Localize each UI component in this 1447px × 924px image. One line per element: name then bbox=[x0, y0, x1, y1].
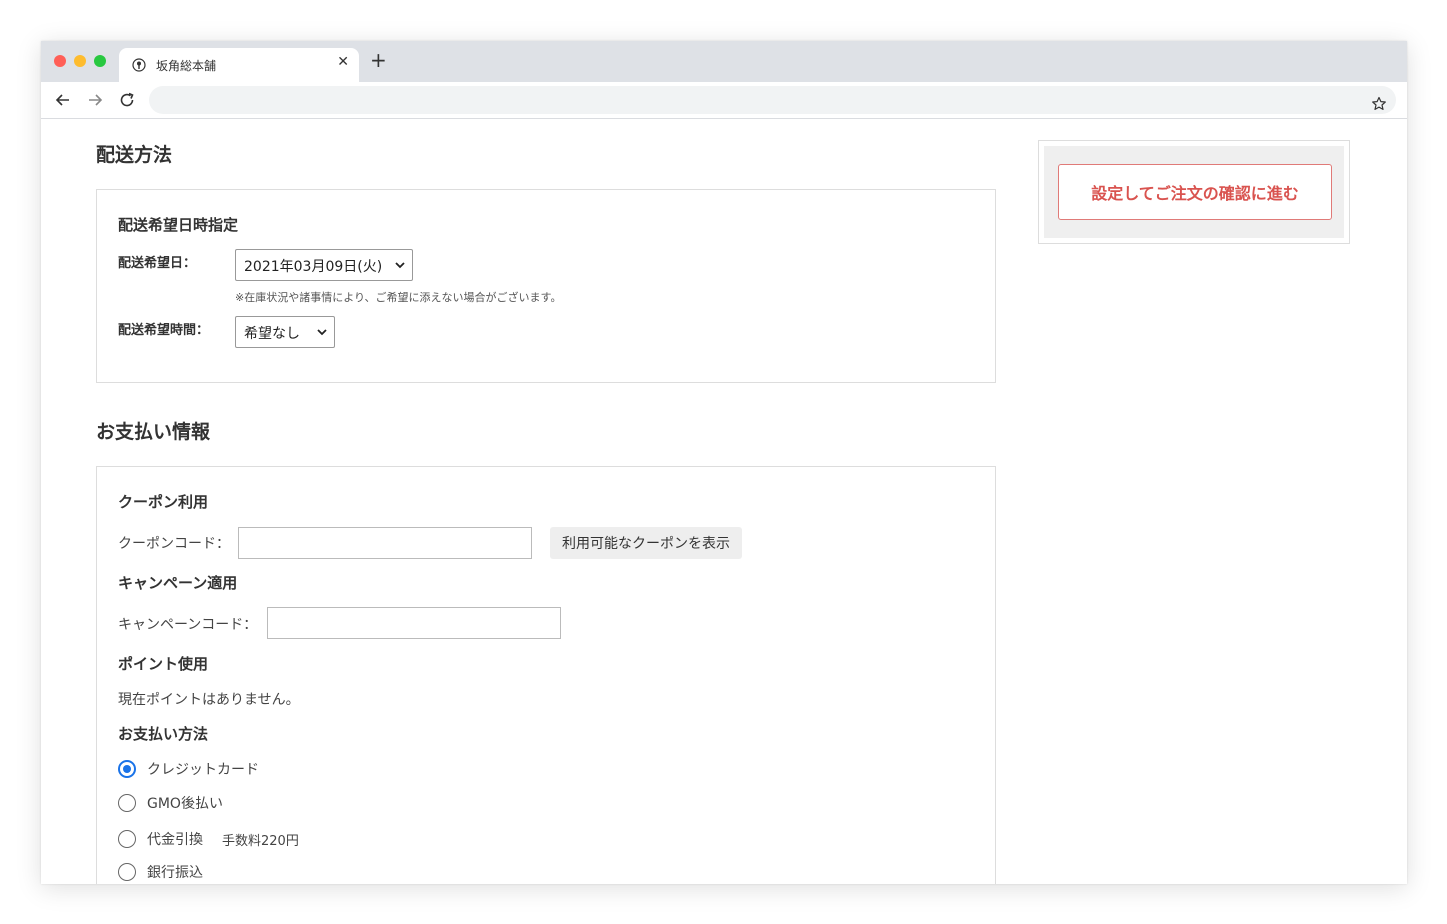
campaign-code-input[interactable] bbox=[267, 607, 561, 639]
radio-button-checked[interactable] bbox=[118, 760, 136, 778]
browser-window: 坂角総本舗 ✕ + 配送方法 配送希望日時指定 配送希望日： 2021年03月0… bbox=[41, 41, 1407, 884]
radio-button[interactable] bbox=[118, 794, 136, 812]
browser-tab[interactable]: 坂角総本舗 ✕ bbox=[119, 48, 359, 82]
chevron-down-icon bbox=[395, 262, 405, 269]
minimize-window-button[interactable] bbox=[74, 55, 86, 67]
reload-icon[interactable] bbox=[117, 90, 137, 110]
back-arrow-icon[interactable] bbox=[53, 90, 73, 110]
campaign-heading: キャンペーン適用 bbox=[118, 574, 238, 592]
shipping-panel: 配送希望日時指定 配送希望日： 2021年03月09日(火) ※在庫状況や諸事情… bbox=[96, 189, 996, 383]
campaign-code-label: キャンペーンコード： bbox=[118, 617, 258, 633]
maximize-window-button[interactable] bbox=[94, 55, 106, 67]
tab-bar: 坂角総本舗 ✕ + bbox=[41, 41, 1407, 82]
radio-button[interactable] bbox=[118, 830, 136, 848]
payment-option-label: クレジットカード bbox=[147, 762, 259, 778]
delivery-date-note: ※在庫状況や諸事情により、ご希望に添えない場合がございます。 bbox=[235, 291, 562, 304]
new-tab-icon[interactable]: + bbox=[370, 50, 387, 70]
payment-option-label: 代金引換 bbox=[147, 832, 203, 848]
browser-toolbar bbox=[41, 82, 1407, 119]
page-content: 配送方法 配送希望日時指定 配送希望日： 2021年03月09日(火) ※在庫状… bbox=[41, 119, 1407, 884]
delivery-time-value: 希望なし bbox=[244, 326, 300, 342]
forward-arrow-icon[interactable] bbox=[85, 90, 105, 110]
payment-title: お支払い情報 bbox=[96, 421, 211, 443]
close-window-button[interactable] bbox=[54, 55, 66, 67]
tab-close-icon[interactable]: ✕ bbox=[337, 54, 349, 70]
shipping-title: 配送方法 bbox=[96, 144, 173, 166]
order-sidebar-inner: 設定してご注文の確認に進む bbox=[1044, 146, 1344, 238]
site-favicon-icon bbox=[132, 58, 146, 72]
coupon-code-label: クーポンコード： bbox=[118, 536, 230, 552]
show-coupons-button[interactable]: 利用可能なクーポンを表示 bbox=[550, 527, 742, 559]
payment-panel: クーポン利用 クーポンコード： 利用可能なクーポンを表示 キャンペーン適用 キャ… bbox=[96, 466, 996, 884]
payment-option-label: 銀行振込 bbox=[147, 865, 203, 881]
delivery-time-select[interactable]: 希望なし bbox=[235, 316, 335, 348]
coupon-heading: クーポン利用 bbox=[118, 493, 209, 511]
cod-fee-text: 手数料220円 bbox=[222, 834, 299, 849]
order-sidebar: 設定してご注文の確認に進む bbox=[1038, 140, 1350, 244]
chevron-down-icon bbox=[317, 329, 327, 336]
payment-option-label: GMO後払い bbox=[147, 796, 223, 812]
delivery-time-label: 配送希望時間： bbox=[118, 323, 210, 338]
delivery-date-select[interactable]: 2021年03月09日(火) bbox=[235, 249, 413, 281]
radio-button[interactable] bbox=[118, 863, 136, 881]
payment-method-heading: お支払い方法 bbox=[118, 725, 209, 743]
payment-option-cash-on-delivery[interactable]: 代金引換 手数料220円 bbox=[118, 829, 338, 851]
coupon-code-input[interactable] bbox=[238, 527, 532, 559]
delivery-datetime-heading: 配送希望日時指定 bbox=[118, 216, 239, 234]
tab-title: 坂角総本舗 bbox=[156, 59, 217, 73]
bookmark-star-icon[interactable] bbox=[1371, 96, 1387, 112]
proceed-to-confirm-button[interactable]: 設定してご注文の確認に進む bbox=[1058, 164, 1332, 220]
points-status-text: 現在ポイントはありません。 bbox=[118, 692, 300, 708]
delivery-date-label: 配送希望日： bbox=[118, 256, 197, 271]
points-heading: ポイント使用 bbox=[118, 655, 209, 673]
delivery-date-value: 2021年03月09日(火) bbox=[244, 259, 383, 275]
address-bar[interactable] bbox=[149, 86, 1396, 114]
